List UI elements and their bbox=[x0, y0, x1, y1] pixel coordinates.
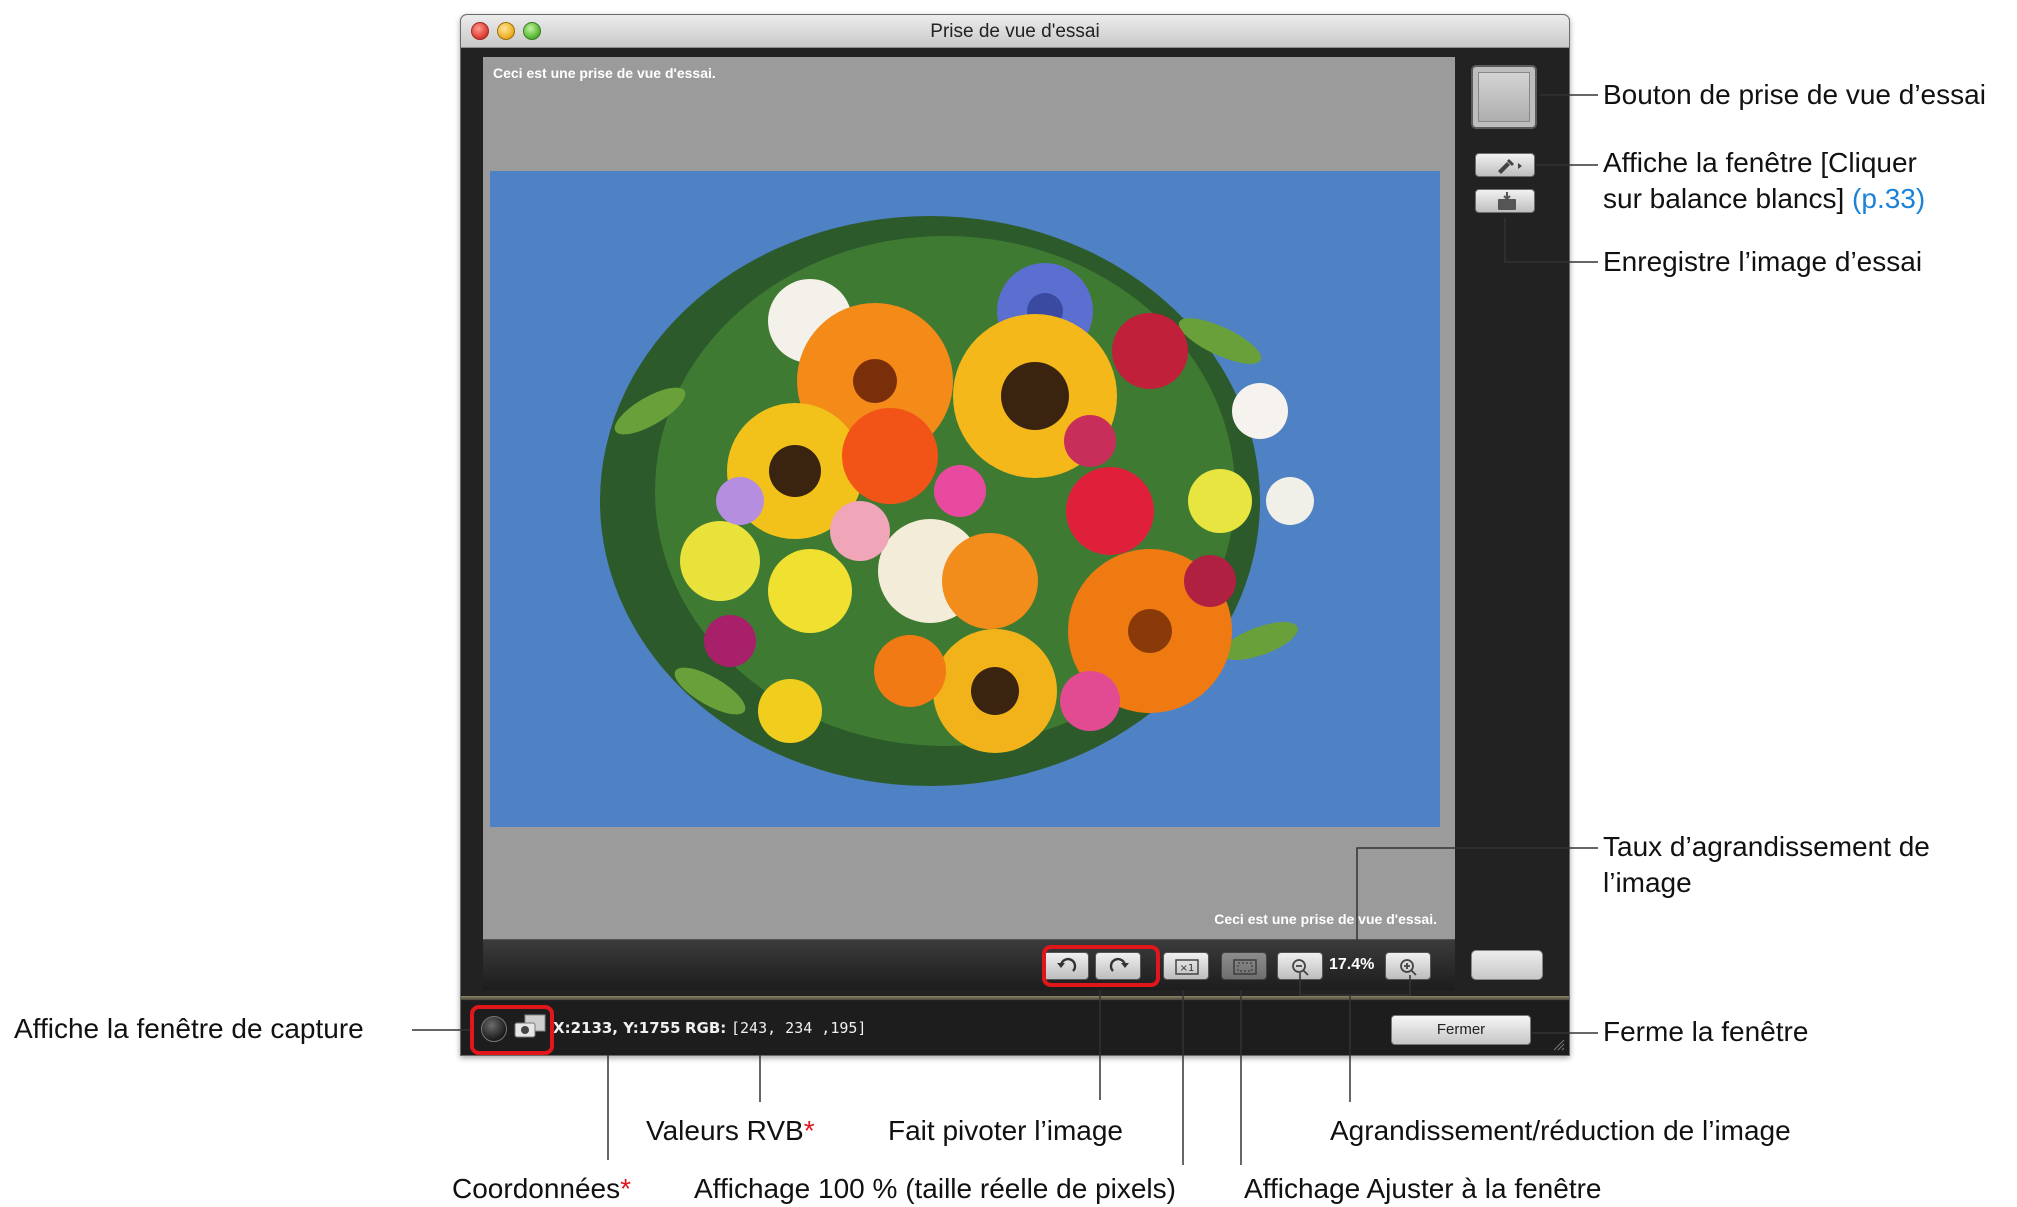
annotation-coordinates: Coordonnées* bbox=[452, 1171, 631, 1207]
annotation-zoom-rate-line2: l’image bbox=[1603, 867, 1692, 898]
annotation-fit-window: Affichage Ajuster à la fenêtre bbox=[1244, 1173, 1602, 1204]
asterisk-mark: * bbox=[803, 1115, 815, 1146]
page-reference-link[interactable]: (p.33) bbox=[1852, 183, 1925, 214]
annotation-test-shot-button: Bouton de prise de vue d’essai bbox=[1603, 79, 1986, 110]
annotation-display-100: Affichage 100 % (taille réelle de pixels… bbox=[694, 1173, 1176, 1204]
annotation-wb-line1: Affiche la fenêtre [Cliquer bbox=[1603, 147, 1917, 178]
annotation-wb-line2: sur balance blancs] (p.33) bbox=[1603, 181, 1925, 217]
annotation-rgb-values: Valeurs RVB* bbox=[646, 1113, 815, 1149]
annotation-close-window: Ferme la fenêtre bbox=[1603, 1016, 1809, 1047]
asterisk-mark: * bbox=[620, 1173, 632, 1204]
annotation-rgb-values-text: Valeurs RVB bbox=[646, 1115, 804, 1146]
annotation-zoom-rate-line1: Taux d’agrandissement de bbox=[1603, 831, 1930, 862]
annotation-coordinates-text: Coordonnées bbox=[452, 1173, 621, 1204]
annotation-save-test-image: Enregistre l’image d’essai bbox=[1603, 246, 1923, 277]
annotation-capture-window: Affiche la fenêtre de capture bbox=[14, 1013, 364, 1044]
annotation-rotate: Fait pivoter l’image bbox=[888, 1115, 1123, 1146]
annotation-wb-line2-text: sur balance blancs] bbox=[1603, 183, 1845, 214]
annotation-zoom-in-out: Agrandissement/réduction de l’image bbox=[1330, 1115, 1791, 1146]
